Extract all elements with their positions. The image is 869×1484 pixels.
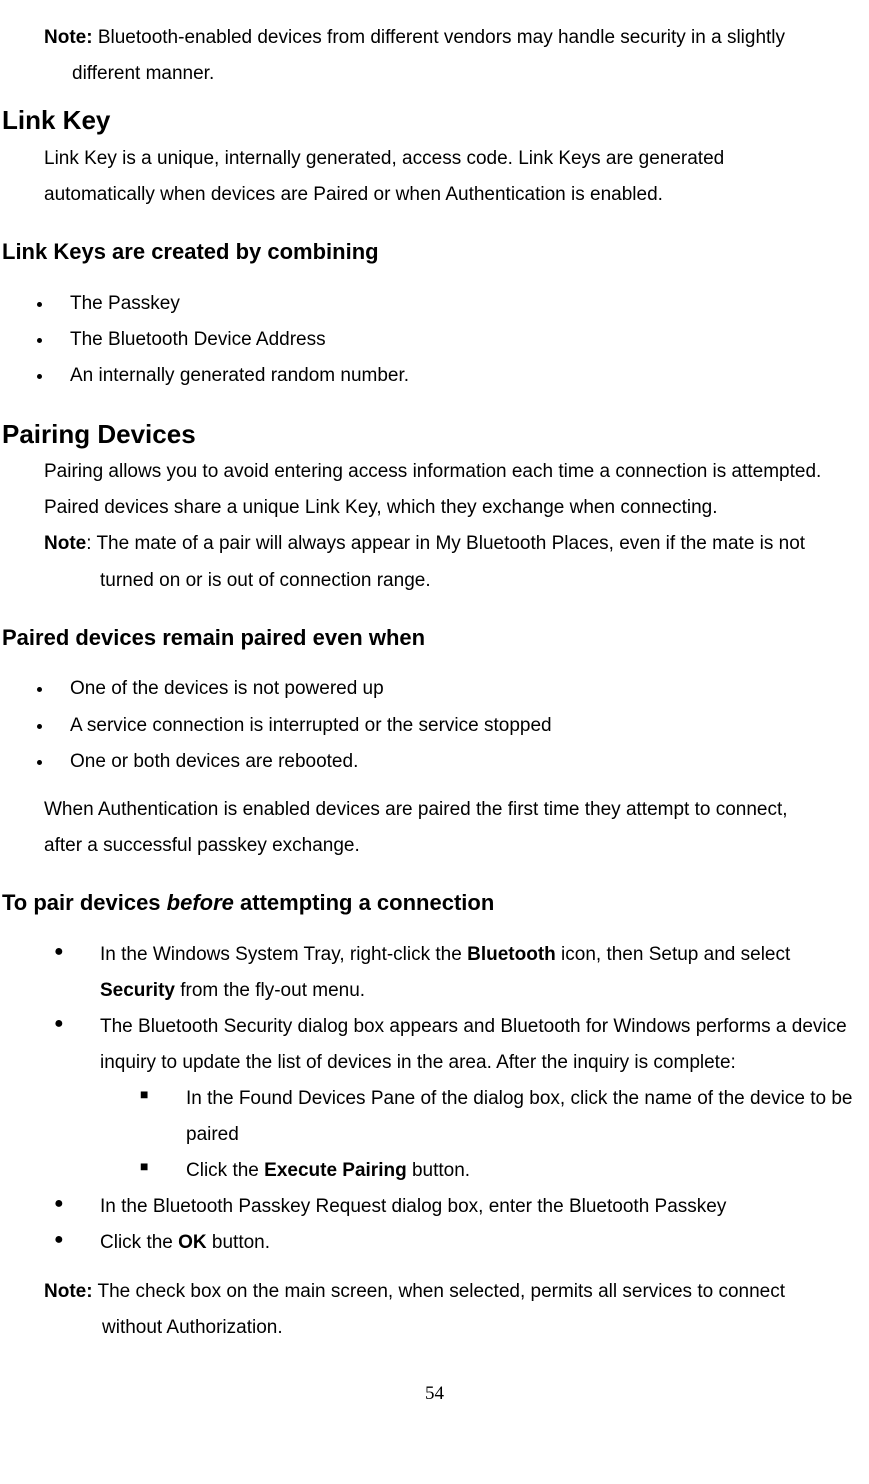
list-item: Click the Execute Pairing button. [140, 1153, 867, 1189]
note-end: Note: The check box on the main screen, … [44, 1274, 867, 1310]
note-text: Bluetooth-enabled devices from different… [93, 27, 785, 48]
list-item: In the Windows System Tray, right-click … [54, 937, 867, 1009]
list-item: The Bluetooth Device Address [54, 322, 867, 358]
list-item: One or both devices are rebooted. [54, 744, 867, 780]
p-pair-2: Paired devices share a unique Link Key, … [44, 490, 867, 526]
heading-remain: Paired devices remain paired even when [2, 623, 867, 654]
heading-to-pair: To pair devices before attempting a conn… [2, 888, 867, 919]
list-combining: The Passkey The Bluetooth Device Address… [54, 286, 867, 394]
list-item: The Passkey [54, 286, 867, 322]
list-item: One of the devices is not powered up [54, 671, 867, 707]
note-top-cont: different manner. [72, 56, 867, 92]
list-item: An internally generated random number. [54, 358, 867, 394]
note-pair: Note: The mate of a pair will always app… [44, 526, 867, 562]
note-label: Note: [44, 1281, 93, 1302]
note-label: Note: [44, 27, 93, 48]
p-remain-after-1: When Authentication is enabled devices a… [44, 792, 867, 828]
page-number: 54 [2, 1376, 867, 1412]
p-linkkey-2: automatically when devices are Paired or… [44, 177, 867, 213]
list-item: Click the OK button. [54, 1225, 867, 1261]
p-pair-1: Pairing allows you to avoid entering acc… [44, 454, 867, 490]
note-pair-cont: turned on or is out of connection range. [100, 563, 867, 599]
list-remain: One of the devices is not powered up A s… [54, 671, 867, 779]
list-sub: In the Found Devices Pane of the dialog … [140, 1081, 867, 1189]
note-text: The check box on the main screen, when s… [93, 1281, 785, 1302]
heading-pairing: Pairing Devices [2, 416, 867, 452]
note-end-cont: without Authorization. [102, 1310, 867, 1346]
document-page: Note: Bluetooth-enabled devices from dif… [0, 20, 869, 1412]
list-item: In the Bluetooth Passkey Request dialog … [54, 1189, 867, 1225]
list-item: The Bluetooth Security dialog box appear… [54, 1009, 867, 1189]
list-item: In the Found Devices Pane of the dialog … [140, 1081, 867, 1153]
p-linkkey-1: Link Key is a unique, internally generat… [44, 141, 867, 177]
heading-link-key: Link Key [2, 102, 867, 138]
p-remain-after-2: after a successful passkey exchange. [44, 828, 867, 864]
note-text: : The mate of a pair will always appear … [86, 533, 805, 554]
note-top: Note: Bluetooth-enabled devices from dif… [44, 20, 867, 56]
list-to-pair: In the Windows System Tray, right-click … [54, 937, 867, 1262]
list-item: A service connection is interrupted or t… [54, 708, 867, 744]
heading-combining: Link Keys are created by combining [2, 237, 867, 268]
note-label: Note [44, 533, 86, 554]
